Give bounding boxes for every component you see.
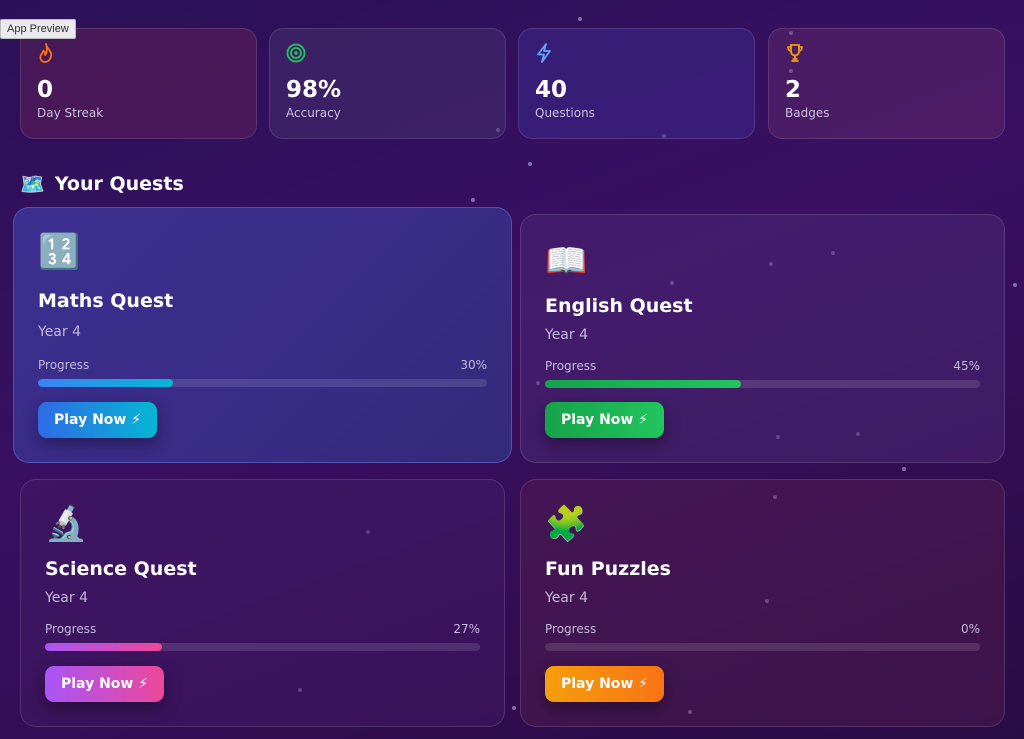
play-now-button[interactable]: Play Now ⚡: [45, 666, 165, 702]
progress-percent: 45%: [953, 359, 980, 373]
stat-value: 2: [785, 77, 802, 103]
stat-value: 98%: [286, 77, 342, 103]
progress-bar: [545, 380, 980, 388]
stat-value: 40: [535, 77, 568, 103]
numbers-icon: 🔢: [38, 232, 81, 272]
progress-row: Progress 30%: [38, 358, 487, 372]
book-icon: 📖: [545, 241, 588, 281]
stat-card-questions: 40 Questions: [518, 28, 755, 139]
stat-label: Day Streak: [37, 106, 104, 120]
app-preview-label: App Preview: [0, 19, 76, 39]
lightning-icon: [535, 43, 738, 67]
play-now-button[interactable]: Play Now ⚡: [545, 666, 665, 702]
stat-card-accuracy: 98% Accuracy: [269, 28, 506, 139]
star-dot: [512, 706, 516, 710]
puzzle-icon: 🧩: [545, 504, 588, 544]
quest-year: Year 4: [45, 590, 88, 606]
quest-card-fun-puzzles[interactable]: 🧩 Fun Puzzles Year 4 Progress 0% Play No…: [520, 479, 1005, 727]
progress-fill: [38, 379, 173, 387]
progress-row: Progress 0%: [545, 622, 980, 636]
quest-title: English Quest: [545, 295, 693, 317]
stat-card-day-streak: 0 Day Streak: [20, 28, 257, 139]
flame-icon: [37, 43, 240, 67]
progress-fill: [45, 643, 163, 651]
progress-label: Progress: [545, 359, 597, 373]
star-dot: [1013, 283, 1017, 287]
star-dot: [902, 467, 906, 471]
stat-card-badges: 2 Badges: [768, 28, 1005, 139]
star-dot: [528, 162, 532, 166]
progress-bar: [545, 643, 980, 651]
star-dot: [578, 17, 582, 21]
play-now-button[interactable]: Play Now ⚡: [545, 402, 665, 438]
progress-row: Progress 27%: [45, 622, 480, 636]
stat-value: 0: [37, 77, 54, 103]
progress-percent: 0%: [960, 622, 980, 636]
progress-fill: [545, 380, 741, 388]
play-now-button[interactable]: Play Now ⚡: [38, 402, 158, 438]
quest-year: Year 4: [545, 590, 588, 606]
quest-card-english[interactable]: 📖 English Quest Year 4 Progress 45% Play…: [520, 214, 1005, 463]
progress-label: Progress: [45, 622, 97, 636]
quest-card-science[interactable]: 🔬 Science Quest Year 4 Progress 27% Play…: [20, 479, 505, 727]
quest-year: Year 4: [545, 327, 588, 343]
quest-title: Maths Quest: [38, 290, 174, 312]
progress-bar: [38, 379, 487, 387]
progress-label: Progress: [545, 622, 597, 636]
quest-year: Year 4: [38, 324, 81, 340]
target-icon: [286, 43, 489, 67]
progress-row: Progress 45%: [545, 359, 980, 373]
quest-title: Fun Puzzles: [545, 558, 671, 580]
progress-percent: 27%: [453, 622, 480, 636]
map-icon: 🗺️: [20, 172, 45, 196]
stat-label: Accuracy: [286, 106, 341, 120]
progress-percent: 30%: [460, 358, 487, 372]
progress-label: Progress: [38, 358, 90, 372]
quest-title: Science Quest: [45, 558, 197, 580]
trophy-icon: [785, 43, 988, 67]
stat-label: Badges: [785, 106, 830, 120]
section-title: Your Quests: [54, 173, 184, 195]
section-header-your-quests: 🗺️ Your Quests: [20, 172, 184, 196]
star-dot: [471, 198, 475, 202]
microscope-icon: 🔬: [45, 504, 88, 544]
quest-card-maths[interactable]: 🔢 Maths Quest Year 4 Progress 30% Play N…: [13, 207, 512, 463]
progress-bar: [45, 643, 480, 651]
stat-label: Questions: [535, 106, 595, 120]
